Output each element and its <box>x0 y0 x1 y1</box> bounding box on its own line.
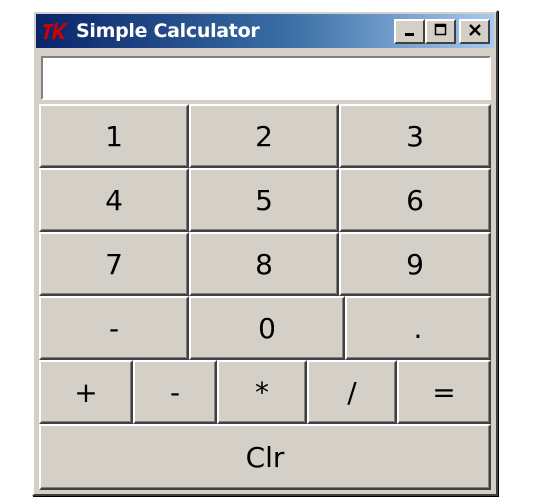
key-1-button[interactable]: 1 <box>39 104 189 168</box>
clear-button[interactable]: Clr <box>39 424 491 490</box>
decimal-point-button[interactable]: . <box>345 296 491 360</box>
key-0-button[interactable]: 0 <box>189 296 345 360</box>
equals-button[interactable]: = <box>397 360 491 424</box>
key-8-button[interactable]: 8 <box>189 232 339 296</box>
close-button[interactable] <box>459 19 490 44</box>
multiply-button[interactable]: * <box>217 360 307 424</box>
window-controls <box>394 19 490 44</box>
window-title: Simple Calculator <box>76 20 260 42</box>
subtract-button[interactable]: - <box>133 360 217 424</box>
key-4-button[interactable]: 4 <box>39 168 189 232</box>
key-2-button[interactable]: 2 <box>189 104 339 168</box>
minimize-icon <box>403 22 417 41</box>
key-5-button[interactable]: 5 <box>189 168 339 232</box>
key-7-button[interactable]: 7 <box>39 232 189 296</box>
divide-button[interactable]: / <box>307 360 397 424</box>
calculator-window: Simple Calculator 1 2 3 4 5 6 7 8 9 - 0 … <box>32 10 498 496</box>
maximize-button[interactable] <box>425 19 456 44</box>
key-9-button[interactable]: 9 <box>339 232 491 296</box>
title-bar[interactable]: Simple Calculator <box>36 14 494 48</box>
key-3-button[interactable]: 3 <box>339 104 491 168</box>
maximize-icon <box>434 22 448 41</box>
close-icon <box>468 22 482 41</box>
add-button[interactable]: + <box>39 360 133 424</box>
key-6-button[interactable]: 6 <box>339 168 491 232</box>
display-field[interactable] <box>41 56 491 100</box>
negate-button[interactable]: - <box>39 296 189 360</box>
minimize-button[interactable] <box>394 19 425 44</box>
tk-feather-icon <box>42 19 72 43</box>
